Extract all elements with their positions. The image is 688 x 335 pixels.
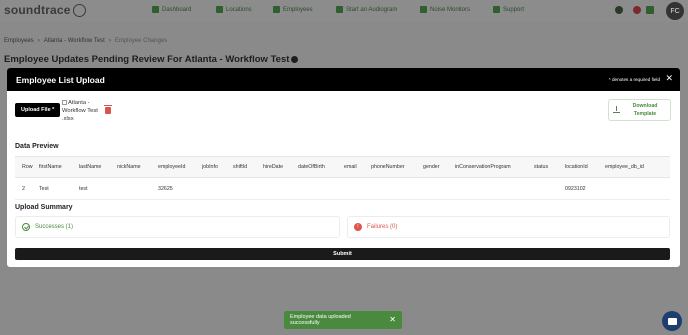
- column-header: status: [534, 164, 549, 170]
- nav-dashboard[interactable]: Dashboard: [152, 6, 191, 13]
- table-cell: test: [79, 185, 88, 192]
- table-cell: 2: [22, 185, 25, 192]
- successes-label: Successes (1): [35, 224, 74, 230]
- uploaded-file-preview: Atlanta - Workflow Test .xlsx: [62, 99, 102, 123]
- download-icon: [613, 106, 620, 114]
- column-header: hireDate: [263, 164, 284, 170]
- avatar[interactable]: FC: [666, 2, 684, 20]
- nav-support[interactable]: Support: [493, 6, 524, 13]
- alert-icon: !: [354, 223, 362, 231]
- download-template-label: Download Template: [632, 103, 658, 117]
- column-header: dateOfBirth: [298, 164, 325, 170]
- nav-label: Employees: [283, 6, 313, 13]
- preview-table: Row firstName lastName nickName employee…: [15, 156, 670, 200]
- breadcrumb: Employees › Atlanta - Workflow Test › Empl…: [4, 38, 168, 44]
- column-header: inConservationProgram: [455, 164, 511, 170]
- nav-noise-monitors[interactable]: Noise Monitors: [420, 6, 470, 13]
- table-cell: 32625: [158, 185, 173, 192]
- logo[interactable]: soundtrace: [4, 3, 86, 17]
- info-icon[interactable]: [291, 55, 299, 63]
- top-nav: soundtrace Dashboard Locations Employees…: [0, 0, 688, 22]
- required-note: * denotes a required field: [608, 77, 660, 82]
- table-cell: 0923102: [565, 185, 586, 192]
- nav-label: Dashboard: [162, 6, 192, 13]
- successes-card[interactable]: Successes (1): [15, 216, 340, 238]
- upload-summary-heading: Upload Summary: [15, 204, 73, 211]
- sensor-icon: [420, 6, 427, 13]
- column-header: gender: [423, 164, 440, 170]
- nav-label: Noise Monitors: [430, 6, 471, 13]
- people-icon: [273, 6, 280, 13]
- close-icon[interactable]: ✕: [665, 74, 673, 83]
- file-alt-text: Atlanta - Workflow Test .xlsx: [62, 100, 98, 122]
- headphones-icon: [336, 6, 343, 13]
- close-icon[interactable]: ✕: [389, 316, 396, 324]
- upload-file-button[interactable]: Upload File *: [15, 103, 61, 117]
- dashboard-icon: [152, 6, 159, 13]
- nav-start-audiogram[interactable]: Start an Audiogram: [336, 6, 397, 13]
- settings-icon[interactable]: [615, 6, 623, 14]
- download-template-button[interactable]: Download Template: [608, 99, 671, 121]
- column-header: employee_db_id: [605, 164, 644, 170]
- nav-locations[interactable]: Locations: [216, 6, 252, 13]
- table-row: 2 Test test 32625 0923102: [15, 178, 670, 200]
- column-header: phoneNumber: [371, 164, 405, 170]
- column-header: email: [344, 164, 357, 170]
- data-preview-heading: Data Preview: [15, 143, 59, 150]
- column-header: shiftId: [233, 164, 248, 170]
- success-toast: Employee data uploaded successfully ✕: [284, 311, 402, 329]
- logo-text: soundtrace: [4, 3, 71, 17]
- nav-employees[interactable]: Employees: [273, 6, 313, 13]
- column-header: jobInfo: [202, 164, 218, 170]
- logo-mark-icon: [72, 3, 86, 17]
- broken-image-icon: [62, 99, 67, 105]
- check-circle-icon: [22, 223, 30, 231]
- failures-card[interactable]: ! Failures (0): [347, 216, 670, 238]
- column-header: nickName: [117, 164, 141, 170]
- table-header: Row firstName lastName nickName employee…: [15, 156, 670, 178]
- column-header: lastName: [79, 164, 102, 170]
- document-icon[interactable]: [646, 6, 654, 14]
- modal-title: Employee List Upload: [16, 74, 105, 85]
- page-title: Employee Updates Pending Review For Atla…: [4, 54, 299, 65]
- column-header: firstName: [39, 164, 62, 170]
- column-header: employeeId: [158, 164, 186, 170]
- breadcrumb-item[interactable]: Employees: [4, 38, 34, 44]
- support-icon: [493, 6, 500, 13]
- nav-label: Locations: [226, 6, 252, 13]
- table-cell: Test: [39, 185, 49, 192]
- modal-header: Employee List Upload * denotes a require…: [7, 68, 680, 91]
- nav-label: Support: [503, 6, 525, 13]
- column-header: locationId: [565, 164, 588, 170]
- trash-icon[interactable]: [104, 105, 112, 114]
- page-title-text: Employee Updates Pending Review For Atla…: [4, 54, 290, 65]
- breadcrumb-current: Employee Changes: [114, 38, 168, 44]
- notification-icon[interactable]: [633, 6, 641, 14]
- nav-label: Start an Audiogram: [346, 6, 398, 13]
- chat-button[interactable]: [662, 311, 682, 331]
- column-header: Row: [22, 164, 33, 170]
- upload-modal: Employee List Upload * denotes a require…: [7, 68, 680, 267]
- chat-icon: [667, 317, 677, 325]
- toast-message: Employee data uploaded successfully: [290, 314, 351, 326]
- failures-label: Failures (0): [367, 224, 398, 230]
- submit-button[interactable]: Submit: [15, 248, 670, 260]
- breadcrumb-item[interactable]: Atlanta - Workflow Test: [44, 38, 105, 44]
- location-pin-icon: [216, 6, 223, 13]
